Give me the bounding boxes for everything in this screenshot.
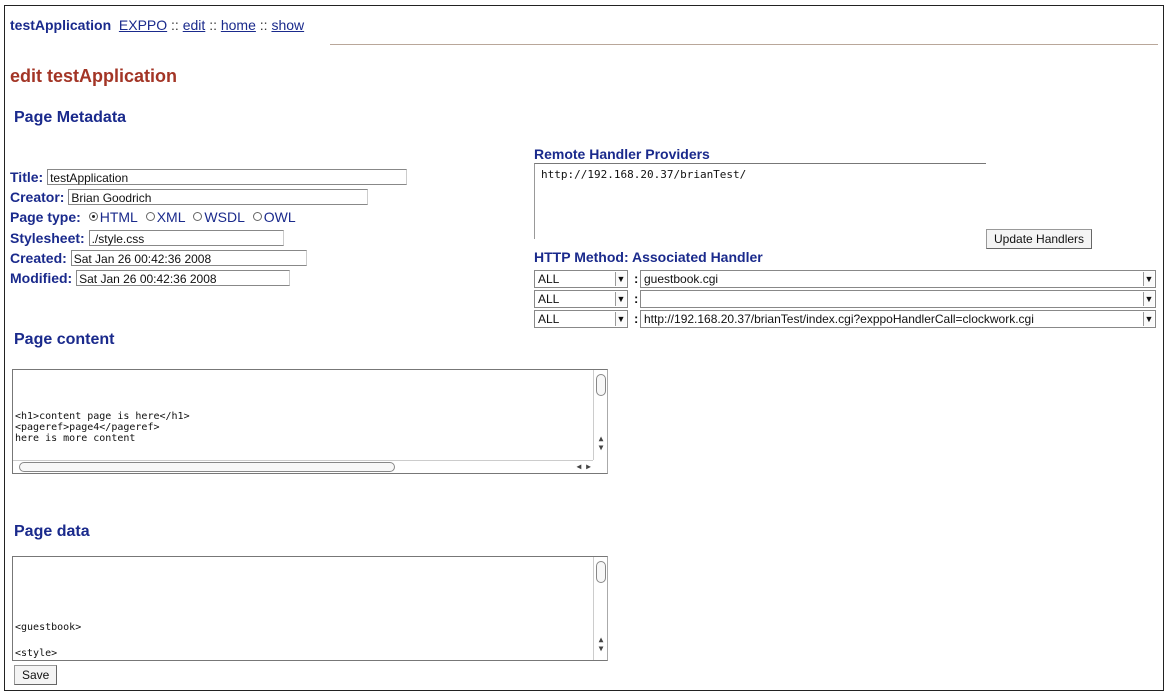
horizontal-scrollbar[interactable]: ◀ ▶	[13, 460, 593, 473]
stylesheet-row: Stylesheet: ./style.css	[10, 230, 284, 246]
scroll-thumb[interactable]	[596, 374, 606, 396]
remote-providers-heading: Remote Handler Providers	[534, 146, 710, 162]
radio-icon	[193, 212, 203, 221]
nav-divider	[330, 44, 1158, 45]
created-label: Created:	[10, 250, 67, 266]
title-field[interactable]: testApplication	[47, 169, 408, 185]
method-value: ALL	[538, 312, 560, 326]
page-type-radio-group: HTML XML WSDL OWL	[85, 209, 296, 225]
radio-xml-label: XML	[156, 209, 186, 225]
breadcrumb-nav: testApplication EXPPO :: edit :: home ::…	[10, 17, 304, 33]
nav-link-show[interactable]: show	[271, 17, 304, 33]
handler-select[interactable]: guestbook.cgi ▼	[640, 270, 1156, 288]
page-data-heading: Page data	[14, 523, 90, 540]
creator-label: Creator:	[10, 189, 65, 205]
page-title: edit testApplication	[10, 66, 178, 86]
chevron-down-icon: ▼	[1143, 292, 1154, 306]
handler-value: http://192.168.20.37/brianTest/index.cgi…	[644, 312, 1034, 326]
radio-icon	[145, 212, 155, 221]
scroll-thumb[interactable]	[19, 462, 395, 472]
method-select[interactable]: ALL ▼	[534, 290, 628, 308]
handler-select[interactable]: http://192.168.20.37/brianTest/index.cgi…	[640, 310, 1156, 328]
stylesheet-field[interactable]: ./style.css	[88, 230, 284, 246]
data-line: <guestbook>	[15, 622, 82, 633]
chevron-down-icon: ▼	[1143, 272, 1154, 286]
vertical-scrollbar[interactable]: ▲ ▼	[593, 557, 607, 660]
radio-owl-label: OWL	[263, 209, 296, 225]
method-select[interactable]: ALL ▼	[534, 310, 628, 328]
save-button[interactable]: Save	[14, 665, 58, 685]
method-select[interactable]: ALL ▼	[534, 270, 628, 288]
vertical-scrollbar[interactable]: ▲ ▼	[593, 370, 607, 460]
creator-field[interactable]: Brian Goodrich	[68, 189, 369, 205]
radio-html-label: HTML	[99, 209, 138, 225]
app-name: testApplication	[10, 17, 112, 33]
title-row: Title: testApplication	[10, 169, 408, 185]
nav-link-home[interactable]: home	[221, 17, 256, 33]
modified-row: Modified: Sat Jan 26 00:42:36 2008	[10, 270, 291, 286]
page-content-heading: Page content	[14, 331, 115, 348]
radio-wsdl-label: WSDL	[204, 209, 245, 225]
scroll-arrows-icon[interactable]: ◀ ▶	[577, 461, 591, 473]
creator-row: Creator: Brian Goodrich	[10, 189, 369, 205]
nav-link-edit[interactable]: edit	[183, 17, 206, 33]
nav-link-exppo[interactable]: EXPPO	[119, 17, 167, 33]
method-value: ALL	[538, 272, 560, 286]
page-type-row: Page type: HTML XML WSDL OWL	[10, 209, 296, 225]
created-field[interactable]: Sat Jan 26 00:42:36 2008	[70, 250, 307, 266]
metadata-heading: Page Metadata	[14, 109, 127, 126]
page-type-label: Page type:	[10, 209, 81, 225]
data-line: <style>	[15, 648, 58, 659]
handler-value: guestbook.cgi	[644, 272, 719, 286]
method-value: ALL	[538, 292, 560, 306]
title-label: Title:	[10, 169, 44, 185]
content-line: here is more content	[15, 433, 136, 444]
radio-icon	[252, 212, 262, 221]
page-content-textarea[interactable]: <h1>content page is here</h1> <pageref>p…	[12, 369, 608, 474]
radio-selected-icon	[88, 212, 98, 221]
radio-xml[interactable]: XML	[145, 209, 186, 225]
radio-html[interactable]: HTML	[88, 209, 138, 225]
content-line: <pageref>page4</pageref>	[15, 422, 160, 433]
modified-field[interactable]: Sat Jan 26 00:42:36 2008	[76, 270, 291, 286]
chevron-down-icon: ▼	[615, 312, 626, 326]
nav-separator: ::	[171, 17, 179, 33]
scroll-arrows-icon[interactable]: ▲ ▼	[594, 434, 608, 452]
chevron-down-icon: ▼	[1143, 312, 1154, 326]
remote-providers-textarea[interactable]: http://192.168.20.37/brianTest/	[534, 163, 986, 239]
scroll-arrows-icon[interactable]: ▲ ▼	[594, 635, 608, 653]
modified-label: Modified:	[10, 270, 73, 286]
stylesheet-label: Stylesheet:	[10, 230, 85, 246]
scroll-thumb[interactable]	[596, 561, 606, 583]
page-data-textarea[interactable]: <guestbook> <style> ▲ ▼	[12, 556, 608, 661]
created-row: Created: Sat Jan 26 00:42:36 2008	[10, 250, 307, 266]
handler-select[interactable]: ▼	[640, 290, 1156, 308]
chevron-down-icon: ▼	[615, 292, 626, 306]
update-handlers-button[interactable]: Update Handlers	[986, 229, 1093, 249]
content-line: <h1>content page is here</h1>	[15, 411, 190, 422]
http-method-heading: HTTP Method: Associated Handler	[534, 249, 763, 265]
radio-owl[interactable]: OWL	[252, 209, 296, 225]
chevron-down-icon: ▼	[615, 272, 626, 286]
nav-separator: ::	[209, 17, 217, 33]
radio-wsdl[interactable]: WSDL	[193, 209, 245, 225]
nav-separator: ::	[259, 17, 268, 33]
